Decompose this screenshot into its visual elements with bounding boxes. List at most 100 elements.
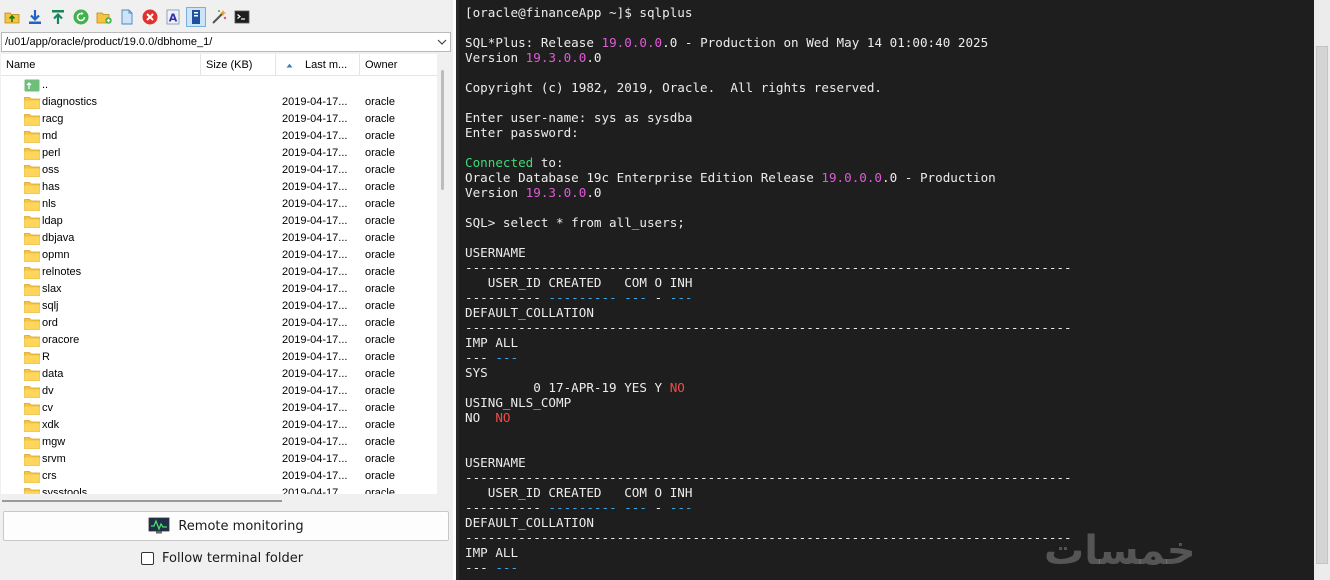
folder-icon bbox=[24, 267, 40, 279]
file-date: 2019-04-17... bbox=[282, 147, 348, 159]
refresh-button[interactable] bbox=[71, 7, 91, 27]
folder-icon bbox=[24, 318, 40, 330]
file-row[interactable]: diagnostics 2019-04-17... oracle bbox=[1, 94, 437, 111]
terminal-scrollbar[interactable] bbox=[1314, 0, 1330, 580]
download-button[interactable] bbox=[25, 7, 45, 27]
file-row[interactable]: has 2019-04-17... oracle bbox=[1, 179, 437, 196]
file-row[interactable]: oss 2019-04-17... oracle bbox=[1, 162, 437, 179]
terminal-text: 19.0.0.0 bbox=[601, 35, 663, 50]
sort-ascending-icon bbox=[286, 63, 293, 68]
terminal-scroll-thumb[interactable] bbox=[1316, 46, 1328, 564]
file-owner: oracle bbox=[365, 351, 395, 363]
terminal-text: Version bbox=[465, 50, 526, 65]
file-row[interactable]: slax 2019-04-17... oracle bbox=[1, 281, 437, 298]
new-file-button[interactable] bbox=[117, 7, 137, 27]
delete-button[interactable] bbox=[140, 7, 160, 27]
file-row[interactable]: xdk 2019-04-17... oracle bbox=[1, 417, 437, 434]
file-name: perl bbox=[42, 147, 61, 159]
text-edit-button[interactable]: A bbox=[163, 7, 183, 27]
terminal-output[interactable]: [oracle@financeApp ~]$ sqlplus SQL*Plus: … bbox=[465, 5, 1314, 575]
follow-terminal-checkbox[interactable]: Follow terminal folder bbox=[141, 548, 303, 568]
file-owner: oracle bbox=[365, 249, 395, 261]
terminal-text: IMP ALL bbox=[465, 335, 519, 350]
upload-button[interactable] bbox=[48, 7, 68, 27]
terminal-panel[interactable]: [oracle@financeApp ~]$ sqlplus SQL*Plus: … bbox=[456, 0, 1314, 580]
file-name: slax bbox=[42, 283, 62, 295]
terminal-line: USER_ID CREATED COM O INH bbox=[465, 275, 1314, 290]
file-row[interactable]: cv 2019-04-17... oracle bbox=[1, 400, 437, 417]
file-row[interactable]: nls 2019-04-17... oracle bbox=[1, 196, 437, 213]
file-date: 2019-04-17... bbox=[282, 300, 348, 312]
file-row[interactable]: racg 2019-04-17... oracle bbox=[1, 111, 437, 128]
file-list-hscroll-thumb[interactable] bbox=[2, 500, 282, 502]
parent-dir-row[interactable]: .. bbox=[1, 77, 437, 94]
new-folder-icon bbox=[96, 12, 112, 24]
file-row[interactable]: R 2019-04-17... oracle bbox=[1, 349, 437, 366]
file-list-scroll-thumb[interactable] bbox=[441, 70, 444, 190]
new-folder-button[interactable] bbox=[94, 7, 114, 27]
column-size[interactable]: Size (KB) bbox=[201, 54, 276, 76]
file-name: xdk bbox=[42, 419, 60, 431]
column-owner[interactable]: Owner bbox=[360, 54, 437, 76]
file-row[interactable]: perl 2019-04-17... oracle bbox=[1, 145, 437, 162]
terminal-text: --- bbox=[465, 350, 496, 365]
terminal-text: USING_NLS_COMP bbox=[465, 395, 572, 410]
terminal-text: --- bbox=[495, 350, 519, 365]
path-field[interactable]: /u01/app/oracle/product/19.0.0/dbhome_1/ bbox=[1, 32, 451, 52]
file-row[interactable]: relnotes 2019-04-17... oracle bbox=[1, 264, 437, 281]
wizard-button[interactable] bbox=[209, 7, 229, 27]
file-row[interactable]: data 2019-04-17... oracle bbox=[1, 366, 437, 383]
terminal-text: SQL> select * from all_users; bbox=[465, 215, 685, 230]
path-text[interactable]: /u01/app/oracle/product/19.0.0/dbhome_1/ bbox=[2, 36, 434, 48]
file-owner: oracle bbox=[365, 334, 395, 346]
terminal-text: Connected bbox=[465, 155, 534, 170]
file-row[interactable]: opmn 2019-04-17... oracle bbox=[1, 247, 437, 264]
remote-monitoring-button[interactable]: Remote monitoring bbox=[3, 511, 449, 541]
terminal-text: 19.3.0.0 bbox=[525, 50, 587, 65]
column-name[interactable]: Name bbox=[1, 54, 201, 76]
file-row[interactable]: md 2019-04-17... oracle bbox=[1, 128, 437, 145]
file-row[interactable]: dbjava 2019-04-17... oracle bbox=[1, 230, 437, 247]
file-row[interactable]: ldap 2019-04-17... oracle bbox=[1, 213, 437, 230]
follow-terminal-checkbox-box[interactable] bbox=[141, 551, 154, 565]
file-row[interactable]: srvm 2019-04-17... oracle bbox=[1, 451, 437, 468]
file-owner: oracle bbox=[365, 283, 395, 295]
file-row[interactable]: oracore 2019-04-17... oracle bbox=[1, 332, 437, 349]
file-row[interactable]: mgw 2019-04-17... oracle bbox=[1, 434, 437, 451]
terminal-text: Oracle Database 19c Enterprise Edition R… bbox=[465, 170, 822, 185]
folder-icon bbox=[24, 199, 40, 211]
text-edit-icon: A bbox=[166, 9, 180, 25]
terminal-text: .0 bbox=[586, 185, 602, 200]
file-owner: oracle bbox=[365, 198, 395, 210]
file-row[interactable]: crs 2019-04-17... oracle bbox=[1, 468, 437, 485]
terminal-line: ----------------------------------------… bbox=[465, 320, 1314, 335]
file-owner: oracle bbox=[365, 164, 395, 176]
file-owner: oracle bbox=[365, 300, 395, 312]
chevron-down-icon bbox=[437, 39, 447, 45]
file-row[interactable]: sqlj 2019-04-17... oracle bbox=[1, 298, 437, 315]
file-list[interactable]: Name Size (KB) Last m... Owner .. diagno… bbox=[1, 54, 437, 494]
file-list-scrollbar[interactable] bbox=[437, 54, 453, 494]
file-owner: oracle bbox=[365, 266, 395, 278]
column-header: Name Size (KB) Last m... Owner bbox=[1, 54, 437, 76]
file-owner: oracle bbox=[365, 453, 395, 465]
file-owner: oracle bbox=[365, 181, 395, 193]
folder-icon bbox=[24, 284, 40, 296]
file-date: 2019-04-17... bbox=[282, 470, 348, 482]
remote-dir-button[interactable] bbox=[186, 7, 206, 27]
terminal-button[interactable] bbox=[232, 7, 252, 27]
file-date: 2019-04-17... bbox=[282, 419, 348, 431]
file-date: 2019-04-17... bbox=[282, 487, 348, 494]
go-up-folder-button[interactable] bbox=[2, 7, 22, 27]
file-name: sqlj bbox=[42, 300, 59, 312]
column-modified[interactable]: Last m... bbox=[276, 54, 360, 76]
file-row[interactable]: dv 2019-04-17... oracle bbox=[1, 383, 437, 400]
file-row[interactable]: sysstools 2019-04-17... oracle bbox=[1, 485, 437, 494]
path-dropdown-button[interactable] bbox=[434, 39, 450, 45]
new-file-icon bbox=[121, 9, 133, 25]
file-row[interactable]: ord 2019-04-17... oracle bbox=[1, 315, 437, 332]
terminal-text: [oracle@financeApp ~]$ sqlplus bbox=[465, 5, 693, 20]
terminal-text: DEFAULT_COLLATION bbox=[465, 515, 594, 530]
file-name: relnotes bbox=[42, 266, 82, 278]
